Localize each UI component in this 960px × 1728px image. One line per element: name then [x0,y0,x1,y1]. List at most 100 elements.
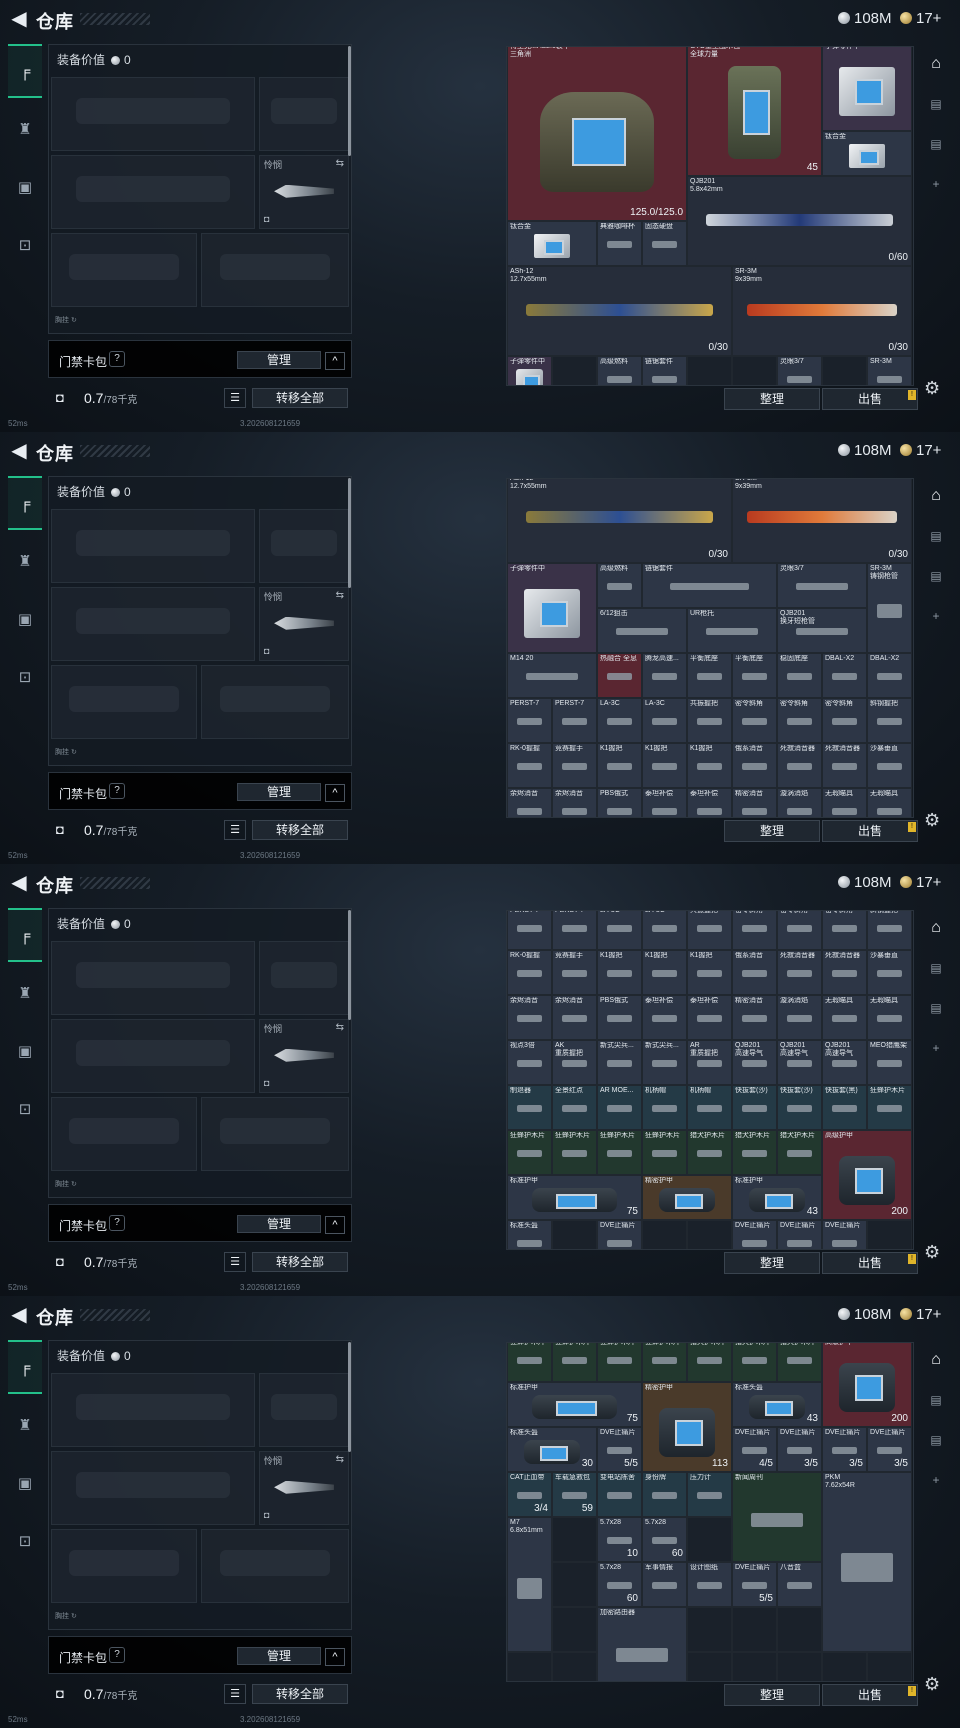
help-button[interactable]: ? [109,351,125,367]
stash-item[interactable]: K1握把 [597,950,642,995]
stash-item[interactable]: 无瑕瞄具 [867,788,912,817]
stash-icon[interactable]: ⌂ [920,478,952,514]
stash-item[interactable]: SR-3M 铸钢枪管 [867,563,912,653]
stash-item[interactable]: 高级燃料 [597,356,642,385]
stash-item[interactable]: 漩涡消焰 [777,788,822,817]
nav-tab-gun[interactable]: ╒ [8,476,42,530]
collapse-toggle[interactable]: ^ [325,1216,345,1234]
manage-button[interactable]: 管理 [237,351,321,369]
stash-item[interactable]: 机柄帽 [687,1085,732,1130]
stash-item[interactable]: 猎犬护木片 [687,1130,732,1175]
stash-item[interactable]: DVE止痛片 5/5 [597,1427,642,1472]
helmet-slot[interactable] [51,233,197,307]
sort-button[interactable]: 整理 [724,820,820,842]
stash-item[interactable]: 平衡底座 [732,653,777,698]
nav-tab-case[interactable]: ⊡ [8,1082,42,1136]
stash-item[interactable]: 高级燃料 [597,563,642,608]
stash-item[interactable]: PBS俄式 [597,788,642,817]
swap-icon[interactable]: ⇆ [336,1022,344,1033]
pistol-slot[interactable] [259,941,349,1015]
nav-tab-armor[interactable]: ♜ [8,966,42,1020]
nav-tab-backpack[interactable]: ▣ [8,592,42,646]
sell-button[interactable]: 出售 [822,388,918,410]
stash-item[interactable]: 精密护甲 113 [642,1382,732,1472]
stash-item[interactable]: 压力计 [687,1472,732,1517]
manage-button[interactable]: 管理 [237,783,321,801]
secondary-weapon-slot[interactable] [51,587,255,661]
stash-item[interactable]: ASh-12 12.7x55mm 0/30 [507,266,732,356]
stash-item[interactable]: 狂蜂护木片 [552,1130,597,1175]
armor-slot[interactable] [201,665,349,739]
stash-item[interactable]: 狂蜂护木片 [597,1343,642,1382]
stash-item[interactable]: 特里克MAS2.0装甲 三角洲 125.0/125.0 [507,47,687,221]
secondary-weapon-slot[interactable] [51,1451,255,1525]
nav-tab-gun[interactable]: ╒ [8,908,42,962]
stash-item[interactable]: K1握把 [642,950,687,995]
stash-item[interactable]: 全景红点 [552,1085,597,1130]
stash-item[interactable]: QJB201 高速导气 [777,1040,822,1085]
stash-item[interactable]: QJB201 换牙短枪管 [777,608,867,653]
nav-tab-case[interactable]: ⊡ [8,1514,42,1568]
stash-item[interactable]: DVE止痛片 [777,1220,822,1249]
stash-item[interactable]: LA-3C [642,911,687,950]
stash-item[interactable]: 竞赛握手 [552,950,597,995]
stash-item[interactable]: SR-3M 9x39mm 0/30 [732,266,912,356]
stash-item[interactable]: 狂蜂护木片 [642,1343,687,1382]
stash-item[interactable]: 链锯套件 [642,563,777,608]
tag-icon[interactable]: ▤ [920,126,952,162]
stash-item[interactable]: DBAL-X2 [822,653,867,698]
transfer-all-button[interactable]: 转移全部 [252,1252,348,1272]
nav-tab-armor[interactable]: ♜ [8,102,42,156]
gear-icon[interactable]: ⚙ [924,378,940,399]
stash-item[interactable]: 车载急救包 59 [552,1472,597,1517]
stash-item[interactable]: LA-3C [597,698,642,743]
stash-item[interactable]: 子弹零件中 [822,47,912,131]
stash-item[interactable]: 狂蜂护木片 [867,1085,912,1130]
stash-item[interactable]: 俄系消音 [732,950,777,995]
stash-item[interactable]: 视点3倍 [507,1040,552,1085]
stash-item[interactable]: 军事情报 [642,1562,687,1607]
stash-item[interactable]: PERST-7 [552,911,597,950]
stash-item[interactable]: 标准头盔 [507,1220,552,1249]
stash-item[interactable]: 密令斜角 [777,698,822,743]
stash-item[interactable]: 新闻周刊 [732,1472,822,1562]
stash-item[interactable]: 余烬消音 [552,995,597,1040]
stash-item[interactable]: 泰坦补偿 [687,995,732,1040]
helmet-slot[interactable] [51,1097,197,1171]
nav-tab-backpack[interactable]: ▣ [8,1024,42,1078]
stash-item[interactable]: DVE止痛片 3/5 [867,1427,912,1472]
stash-item[interactable]: LA-3C [642,698,687,743]
stash-item[interactable]: 泰坦补偿 [642,788,687,817]
stash-item[interactable]: 密令斜角 [732,911,777,950]
stash-item[interactable]: 余烬消音 [507,995,552,1040]
stash-item[interactable]: 狂蜂护木片 [507,1130,552,1175]
stash-item[interactable]: 加密路由器 [597,1607,687,1681]
armor-slot[interactable] [201,1529,349,1603]
stash-item[interactable]: AR MOE... [597,1085,642,1130]
stash-item[interactable]: 高级护甲 200 [822,1343,912,1427]
melee-slot[interactable]: 怜悯 ⇆ ◘ [259,1451,349,1525]
stash-item[interactable]: 6/12狙击 [597,608,687,653]
stash-item[interactable]: 5.7x28 10 [597,1517,642,1562]
primary-weapon-slot[interactable] [51,77,255,151]
stash-item[interactable]: RK-0握握 [507,950,552,995]
melee-slot[interactable]: 怜悯 ⇆ ◘ [259,587,349,661]
stash-item[interactable]: 变电站陈舍 [597,1472,642,1517]
list-view-button[interactable]: ☰ [224,388,246,408]
stash-item[interactable]: DVE止痛片 5/5 [732,1562,777,1607]
tag-icon[interactable]: ▤ [920,950,952,986]
stash-item[interactable]: 密令斜角 [822,911,867,950]
tag-icon[interactable]: ▤ [920,86,952,122]
helmet-slot[interactable] [51,665,197,739]
stash-item[interactable]: 死寂消音器 [822,950,867,995]
stash-item[interactable]: 链锯套件 [642,356,687,385]
stash-item[interactable]: SR-3M [867,356,912,385]
stash-item[interactable]: 高级护甲 200 [822,1130,912,1220]
stash-item[interactable]: 密令斜角 [822,698,867,743]
stash-item[interactable]: 5.7x28 60 [642,1517,687,1562]
back-button[interactable]: ◀ [8,8,30,30]
plus-icon[interactable]: + [920,166,952,202]
stash-icon[interactable]: ⌂ [920,910,952,946]
stash-item[interactable]: 狂蜂护木片 [642,1130,687,1175]
stash-item[interactable]: 制退器 [507,1085,552,1130]
